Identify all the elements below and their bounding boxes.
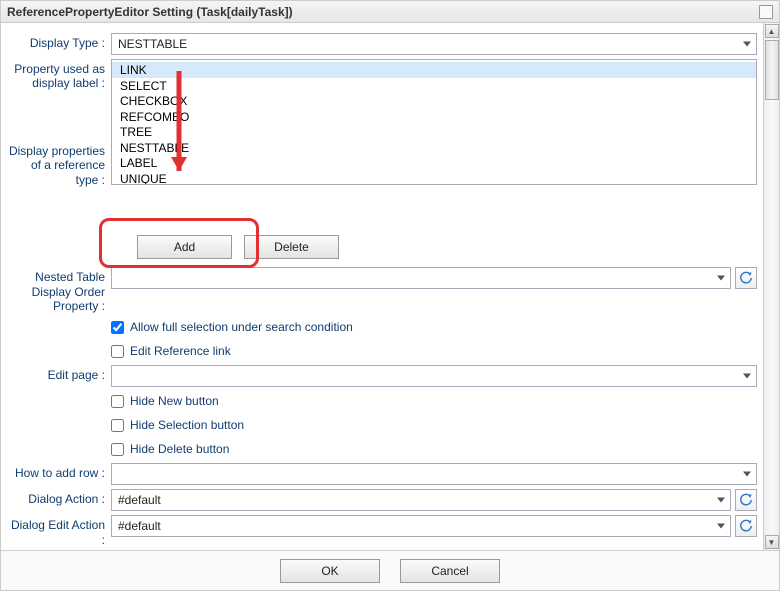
row-dialog-action: Dialog Action : #default — [7, 489, 757, 511]
row-dialog-edit-action: Dialog Edit Action : #default — [7, 515, 757, 547]
scroll-thumb[interactable] — [765, 40, 779, 100]
nested-order-select[interactable] — [111, 267, 731, 289]
row-add-delete: Add Delete — [7, 235, 757, 259]
edit-page-select[interactable] — [111, 365, 757, 387]
row-allow-full: Allow full selection under search condit… — [7, 317, 757, 337]
allow-full-checkbox[interactable] — [111, 321, 124, 334]
row-hide-delete: Hide Delete button — [7, 439, 757, 459]
hide-new-label: Hide New button — [130, 394, 219, 408]
maximize-button[interactable] — [759, 5, 773, 19]
property-used-label: Property used as display label : — [7, 59, 107, 91]
dropdown-option[interactable]: UNIQUE — [112, 171, 756, 186]
dropdown-option[interactable]: REFCOMBO — [112, 109, 756, 125]
dialog-action-select[interactable]: #default — [111, 489, 731, 511]
dropdown-option[interactable]: CHECKBOX — [112, 93, 756, 109]
hide-new-line[interactable]: Hide New button — [111, 394, 219, 408]
how-to-add-label: How to add row : — [7, 463, 107, 480]
body-area: Display Type : NESTTABLE Property used a… — [1, 23, 779, 550]
dropdown-option[interactable]: SELECT — [112, 78, 756, 94]
edit-page-label: Edit page : — [7, 365, 107, 382]
edit-ref-link-label: Edit Reference link — [130, 344, 231, 358]
dropdown-option[interactable]: NESTTABLE — [112, 140, 756, 156]
window-title: ReferencePropertyEditor Setting (Task[da… — [7, 5, 293, 19]
form-area: Display Type : NESTTABLE Property used a… — [1, 23, 763, 550]
title-bar: ReferencePropertyEditor Setting (Task[da… — [1, 1, 779, 23]
allow-full-checkbox-line[interactable]: Allow full selection under search condit… — [111, 320, 353, 334]
dialog-edit-action-select[interactable]: #default — [111, 515, 731, 537]
dropdown-option[interactable]: LABEL — [112, 155, 756, 171]
hide-new-checkbox[interactable] — [111, 395, 124, 408]
hide-delete-label: Hide Delete button — [130, 442, 229, 456]
property-label-field: LINKSELECTCHECKBOXREFCOMBOTREENESTTABLEL… — [111, 59, 757, 185]
display-type-dropdown-list[interactable]: LINKSELECTCHECKBOXREFCOMBOTREENESTTABLEL… — [111, 59, 757, 185]
row-hide-selection: Hide Selection button — [7, 415, 757, 435]
editor-window: ReferencePropertyEditor Setting (Task[da… — [0, 0, 780, 591]
scroll-up-arrow-icon[interactable]: ▲ — [765, 24, 779, 38]
footer: OK Cancel — [1, 550, 779, 590]
display-type-value: NESTTABLE — [118, 37, 187, 51]
dropdown-popup-wrap: LINKSELECTCHECKBOXREFCOMBOTREENESTTABLEL… — [111, 59, 757, 185]
delete-button[interactable]: Delete — [244, 235, 339, 259]
dropdown-option[interactable]: LINK — [112, 62, 756, 78]
edit-ref-link-line[interactable]: Edit Reference link — [111, 344, 231, 358]
refresh-icon[interactable] — [735, 515, 757, 537]
hide-selection-label: Hide Selection button — [130, 418, 244, 432]
display-type-field: NESTTABLE — [111, 33, 757, 55]
refresh-icon[interactable] — [735, 267, 757, 289]
edit-ref-link-checkbox[interactable] — [111, 345, 124, 358]
hide-delete-checkbox[interactable] — [111, 443, 124, 456]
how-to-add-select[interactable] — [111, 463, 757, 485]
row-property-label: Property used as display label : LINKSEL… — [7, 59, 757, 185]
hide-selection-checkbox[interactable] — [111, 419, 124, 432]
display-type-select[interactable]: NESTTABLE — [111, 33, 757, 55]
nested-order-field — [111, 267, 757, 289]
vertical-scrollbar[interactable]: ▲ ▼ — [763, 23, 779, 550]
row-nested-order: Nested Table Display Order Property : — [7, 267, 757, 313]
add-button[interactable]: Add — [137, 235, 232, 259]
dialog-edit-action-value: #default — [118, 519, 161, 533]
dialog-edit-action-label: Dialog Edit Action : — [7, 515, 107, 547]
display-type-label: Display Type : — [7, 33, 107, 50]
scroll-down-arrow-icon[interactable]: ▼ — [765, 535, 779, 549]
nested-order-label: Nested Table Display Order Property : — [7, 267, 107, 313]
dialog-action-value: #default — [118, 493, 161, 507]
row-edit-page: Edit page : — [7, 365, 757, 387]
add-delete-bar: Add Delete — [137, 235, 757, 259]
row-how-to-add: How to add row : — [7, 463, 757, 485]
row-hide-new: Hide New button — [7, 391, 757, 411]
cancel-button[interactable]: Cancel — [400, 559, 500, 583]
ok-button[interactable]: OK — [280, 559, 380, 583]
hide-selection-line[interactable]: Hide Selection button — [111, 418, 244, 432]
hide-delete-line[interactable]: Hide Delete button — [111, 442, 229, 456]
refresh-icon[interactable] — [735, 489, 757, 511]
dialog-action-label: Dialog Action : — [7, 489, 107, 506]
dropdown-option[interactable]: TREE — [112, 124, 756, 140]
row-edit-ref-link: Edit Reference link — [7, 341, 757, 361]
row-display-type: Display Type : NESTTABLE — [7, 33, 757, 55]
allow-full-label: Allow full selection under search condit… — [130, 320, 353, 334]
